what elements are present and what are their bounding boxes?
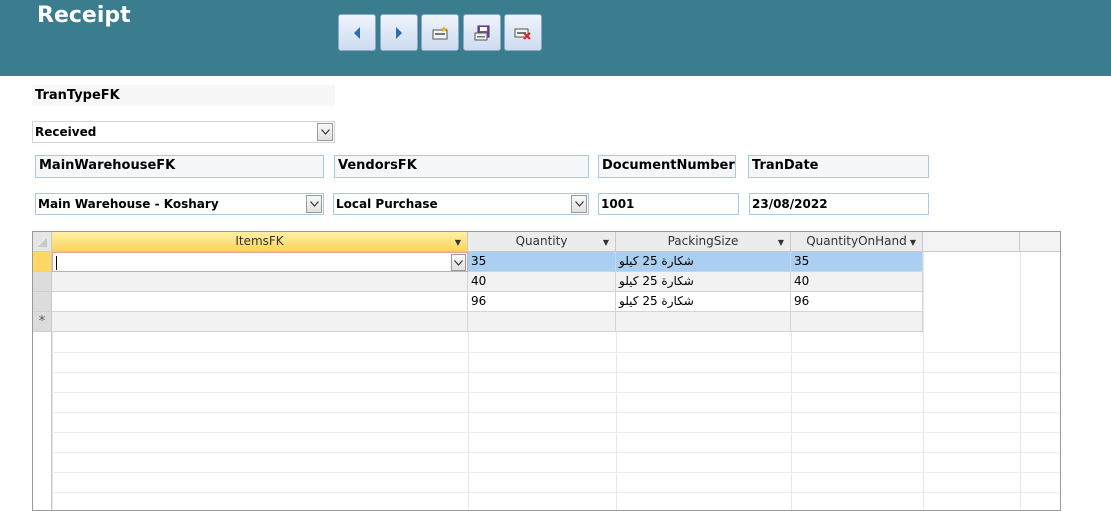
vendors-combo[interactable]: Local Purchase [333, 193, 589, 215]
chevron-down-icon [574, 201, 584, 207]
next-record-button[interactable] [380, 14, 418, 51]
grid-line [33, 412, 1060, 413]
quantity-on-hand-cell[interactable]: 40 [791, 272, 923, 292]
grid-line [33, 452, 1060, 453]
quantity-on-hand-cell[interactable]: 96 [791, 292, 923, 312]
column-header-label: PackingSize [667, 234, 739, 248]
tran-type-combo[interactable]: Received [32, 121, 335, 143]
vendors-dropdown-button[interactable] [571, 195, 587, 213]
main-warehouse-combo[interactable]: Main Warehouse - Koshary [35, 193, 324, 215]
save-record-button[interactable] [463, 14, 501, 51]
sort-arrow-icon[interactable]: ▼ [603, 233, 609, 252]
main-warehouse-value: Main Warehouse - Koshary [38, 197, 219, 211]
sort-arrow-icon[interactable]: ▼ [910, 233, 916, 252]
new-record-icon [432, 25, 448, 39]
tran-date-label: TranDate [748, 155, 929, 178]
packing-size-cell[interactable]: شكارة 25 كيلو [616, 252, 791, 272]
column-header-quantityonhand[interactable]: QuantityOnHand ▼ [791, 232, 923, 252]
sort-arrow-icon[interactable]: ▼ [455, 233, 461, 252]
save-icon [474, 25, 490, 40]
new-row-quantity-on-hand-cell[interactable] [791, 312, 923, 332]
grid-line [33, 372, 1060, 373]
sort-arrow-icon[interactable]: ▼ [778, 233, 784, 252]
column-header-packingsize[interactable]: PackingSize ▼ [616, 232, 791, 252]
tran-date-value: 23/08/2022 [752, 197, 828, 211]
delete-icon [514, 28, 531, 40]
quantity-cell[interactable]: 96 [468, 292, 616, 312]
new-record-button[interactable] [421, 14, 459, 51]
chevron-down-icon [320, 129, 330, 135]
grid-line [33, 432, 1060, 433]
document-number-value: 1001 [601, 197, 635, 211]
items-datasheet[interactable]: ItemsFK ▼ Quantity ▼ PackingSize ▼ Quant… [32, 231, 1061, 511]
column-header-label: ItemsFK [235, 234, 284, 248]
new-row-selector[interactable]: * [33, 312, 52, 332]
packing-size-cell[interactable]: شكارة 25 كيلو [616, 292, 791, 312]
main-warehouse-label: MainWarehouseFK [35, 155, 324, 178]
items-cell[interactable] [52, 272, 468, 292]
row-selector[interactable] [33, 252, 52, 272]
packing-size-cell[interactable]: شكارة 25 كيلو [616, 272, 791, 292]
items-dropdown-button[interactable] [451, 254, 466, 271]
document-number-input[interactable]: 1001 [598, 193, 739, 215]
grid-line [33, 392, 1060, 393]
document-number-label: DocumentNumber [598, 155, 736, 178]
header-bar: Receipt [0, 0, 1111, 76]
arrow-left-icon [354, 26, 360, 39]
new-row-items-cell[interactable] [52, 312, 468, 332]
quantity-cell[interactable]: 40 [468, 272, 616, 292]
chevron-down-icon [454, 259, 463, 266]
previous-record-button[interactable] [338, 14, 376, 51]
tran-date-input[interactable]: 23/08/2022 [749, 193, 929, 215]
main-warehouse-dropdown-button[interactable] [306, 195, 322, 213]
chevron-down-icon [309, 201, 319, 207]
grid-line [33, 352, 1060, 353]
row-selector-empty [33, 332, 52, 510]
column-header-label: Quantity [515, 234, 568, 248]
tran-type-label: TranTypeFK [32, 85, 335, 106]
tran-type-dropdown-button[interactable] [317, 123, 333, 141]
new-row-quantity-cell[interactable] [468, 312, 616, 332]
new-row-packing-size-cell[interactable] [616, 312, 791, 332]
delete-record-button[interactable] [504, 14, 542, 51]
column-header-quantity[interactable]: Quantity ▼ [468, 232, 616, 252]
column-header-label: QuantityOnHand [806, 234, 907, 248]
vendors-label: VendorsFK [334, 155, 589, 178]
items-cell[interactable] [52, 292, 468, 312]
corner-triangle-icon [38, 238, 47, 247]
column-header-itemsfk[interactable]: ItemsFK ▼ [52, 232, 468, 252]
row-selector[interactable] [33, 292, 52, 312]
arrow-right-icon [396, 26, 402, 39]
form-title: Receipt [37, 3, 131, 28]
select-all-corner[interactable] [33, 232, 52, 252]
grid-line [33, 472, 1060, 473]
grid-line [33, 492, 1060, 493]
column-header-empty [1020, 232, 1060, 252]
row-selector[interactable] [33, 272, 52, 292]
quantity-on-hand-cell[interactable]: 35 [791, 252, 923, 272]
quantity-cell[interactable]: 35 [468, 252, 616, 272]
tran-type-value: Received [35, 125, 97, 139]
vendors-value: Local Purchase [336, 197, 438, 211]
items-combo-cell[interactable] [52, 252, 468, 272]
column-header-empty [923, 232, 1020, 252]
text-cursor [56, 255, 57, 270]
